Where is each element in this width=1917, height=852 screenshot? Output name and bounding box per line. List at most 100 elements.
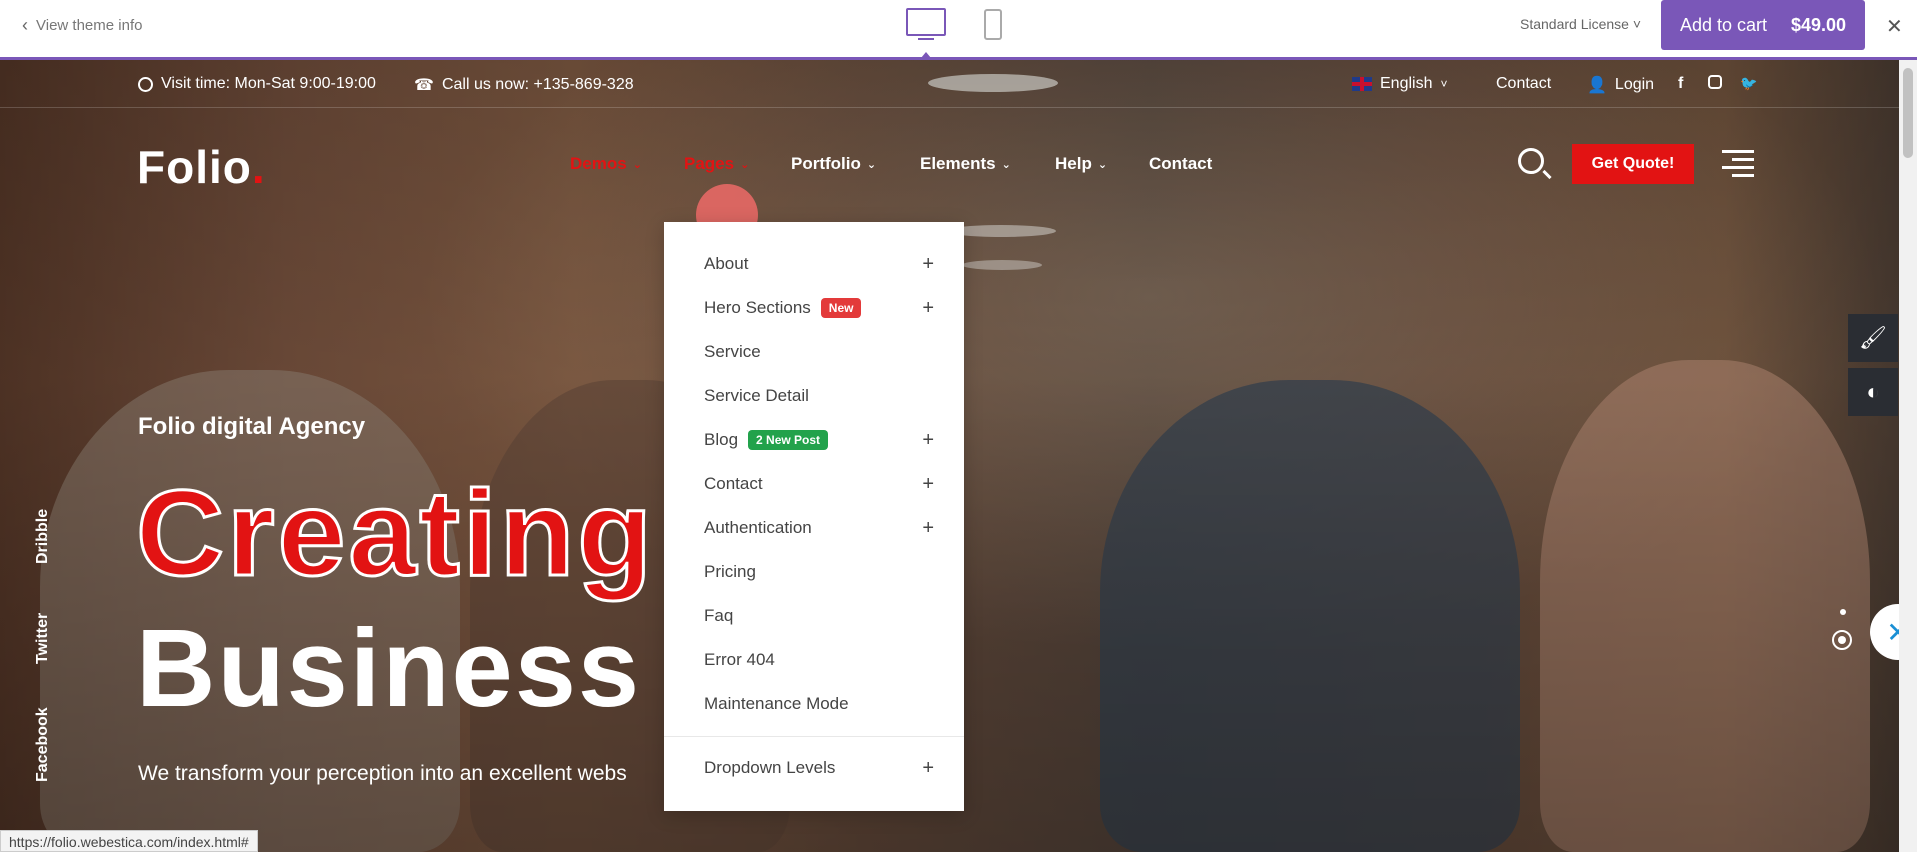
plus-icon[interactable]: + (922, 429, 934, 452)
license-label: Standard License (1520, 16, 1629, 32)
mobile-view-icon[interactable] (984, 9, 1002, 40)
get-quote-button[interactable]: Get Quote! (1572, 144, 1694, 184)
cart-label: Add to cart (1679, 14, 1767, 35)
nav-portfolio[interactable]: Portfolio ⌄ (791, 154, 876, 174)
topbar-contact-link[interactable]: Contact (1496, 75, 1551, 93)
page-scrollbar[interactable] (1899, 60, 1917, 852)
nav-label: Demos (570, 154, 627, 173)
item-label: Authentication (704, 518, 812, 537)
toggle-icon[interactable]: ◐ (1848, 368, 1898, 416)
dropdown-item-faq[interactable]: Faq (704, 601, 934, 631)
cart-price: $49.00 (1790, 14, 1847, 35)
nav-label: Portfolio (791, 154, 861, 173)
hero-tagline: Folio digital Agency (138, 413, 366, 440)
nav-elements[interactable]: Elements ⌄ (920, 154, 1011, 174)
visit-time: Visit time: Mon-Sat 9:00-19:00 (138, 75, 376, 93)
add-to-cart-button[interactable]: Add to cart $49.00 (1661, 0, 1865, 50)
chevron-down-icon: ⌄ (1001, 158, 1011, 171)
item-label: Hero Sections (704, 298, 811, 317)
item-label: Maintenance Mode (704, 694, 849, 713)
nav-demos[interactable]: Demos ⌄ (570, 154, 642, 174)
nav-pages[interactable]: Pages ⌄ (684, 154, 749, 174)
chevron-down-icon: ⌄ (632, 158, 642, 171)
visit-time-text: Visit time: Mon-Sat 9:00-19:00 (161, 75, 376, 92)
plus-icon[interactable]: + (922, 757, 934, 780)
dropdown-item-about[interactable]: About + (704, 249, 934, 279)
chevron-down-icon: ⌄ (740, 158, 750, 171)
dropdown-item-blog[interactable]: Blog 2 New Post + (704, 425, 934, 455)
facebook-icon[interactable]: f (1678, 75, 1683, 93)
nav-label: Elements (920, 154, 996, 173)
user-icon: 👤 (1587, 77, 1607, 94)
plus-icon[interactable]: + (922, 517, 934, 540)
paint-roller-icon[interactable]: 🖌 (1848, 314, 1898, 362)
item-label: Dropdown Levels (704, 758, 836, 777)
item-label: Error 404 (704, 650, 775, 669)
chevron-down-icon: ⌄ (1097, 158, 1108, 171)
plus-icon[interactable]: + (922, 473, 934, 496)
preview-bar: ‹ View theme info Standard License ˅ Add… (0, 0, 1917, 60)
dropdown-item-maintenance-mode[interactable]: Maintenance Mode (704, 689, 934, 719)
chevron-down-icon: ˅ (1632, 16, 1642, 32)
desktop-view-icon[interactable] (906, 8, 946, 58)
item-label: Blog (704, 430, 739, 449)
login-label: Login (1614, 76, 1655, 93)
item-label: Pricing (704, 562, 756, 581)
clock-icon (138, 76, 153, 92)
instagram-icon[interactable] (1708, 75, 1722, 89)
social-twitter[interactable]: Twitter (34, 613, 52, 664)
call-text: Call us now: +135-869-328 (441, 76, 634, 93)
item-label: About (704, 254, 749, 273)
logo-dot: . (251, 141, 266, 193)
hero-heading-line2: Business V (136, 607, 750, 730)
dropdown-item-contact[interactable]: Contact + (704, 469, 934, 499)
chevron-left-icon: ‹ (22, 15, 28, 35)
item-label: Service Detail (704, 386, 809, 405)
login-link[interactable]: 👤 Login (1587, 75, 1654, 95)
new-post-badge: 2 New Post (748, 430, 829, 450)
dropdown-item-service[interactable]: Service (704, 337, 934, 367)
dropdown-item-authentication[interactable]: Authentication + (704, 513, 934, 543)
search-icon[interactable] (1518, 148, 1544, 174)
scroll-dot (1840, 609, 1846, 615)
social-facebook[interactable]: Facebook (34, 707, 52, 782)
scroll-indicator-icon[interactable] (1832, 630, 1852, 650)
dropdown-item-hero-sections[interactable]: Hero Sections New + (704, 293, 934, 323)
top-info-bar: Visit time: Mon-Sat 9:00-19:00 ☎ Call us… (0, 60, 1917, 108)
social-dribble[interactable]: Dribble (34, 509, 52, 564)
back-label: View theme info (36, 17, 143, 34)
item-label: Faq (704, 606, 734, 625)
new-badge: New (820, 298, 862, 318)
contact-label: Contact (1496, 75, 1552, 92)
uk-flag-icon (1352, 77, 1372, 91)
nav-label: Help (1055, 154, 1092, 173)
nav-label: Contact (1149, 154, 1213, 173)
nav-help[interactable]: Help ⌄ (1055, 154, 1107, 174)
license-select[interactable]: Standard License ˅ (1520, 16, 1641, 32)
pages-dropdown: About + Hero Sections New + Service Serv… (664, 222, 964, 811)
twitter-icon[interactable]: 🐦 (1740, 75, 1757, 92)
plus-icon[interactable]: + (922, 297, 934, 320)
menu-icon[interactable] (1722, 150, 1754, 177)
dropdown-item-dropdown-levels[interactable]: Dropdown Levels + (704, 753, 934, 783)
status-url: https://folio.webestica.com/index.html# (0, 830, 258, 852)
chevron-down-icon: ˅ (1440, 77, 1448, 91)
nav-label: Pages (684, 154, 735, 173)
dropdown-divider (664, 736, 964, 737)
logo[interactable]: Folio. (137, 140, 266, 194)
view-theme-info-link[interactable]: ‹ View theme info (22, 15, 142, 36)
hero-subtitle: We transform your perception into an exc… (138, 762, 627, 785)
item-label: Contact (704, 474, 763, 493)
logo-text: Folio (137, 141, 252, 193)
nav-contact[interactable]: Contact (1149, 154, 1212, 174)
chevron-down-icon: ⌄ (866, 158, 877, 171)
item-label: Service (704, 342, 761, 361)
close-icon[interactable]: ✕ (1886, 14, 1903, 39)
plus-icon[interactable]: + (922, 253, 934, 276)
dropdown-item-service-detail[interactable]: Service Detail (704, 381, 934, 411)
language-select[interactable]: English ˅ (1352, 75, 1448, 93)
dropdown-item-error-404[interactable]: Error 404 (704, 645, 934, 675)
dropdown-item-pricing[interactable]: Pricing (704, 557, 934, 587)
language-label: English (1380, 75, 1433, 92)
headset-icon: ☎ (414, 77, 434, 94)
